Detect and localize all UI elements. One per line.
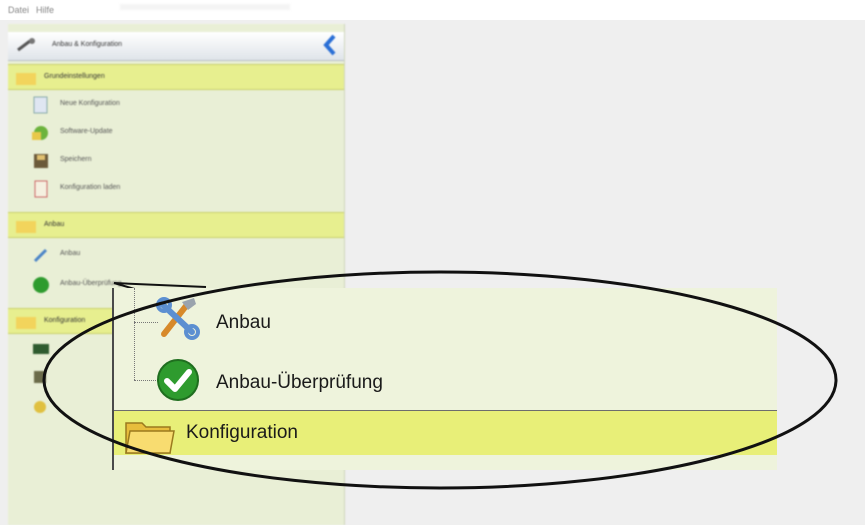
magnifier-ellipse	[42, 270, 838, 490]
